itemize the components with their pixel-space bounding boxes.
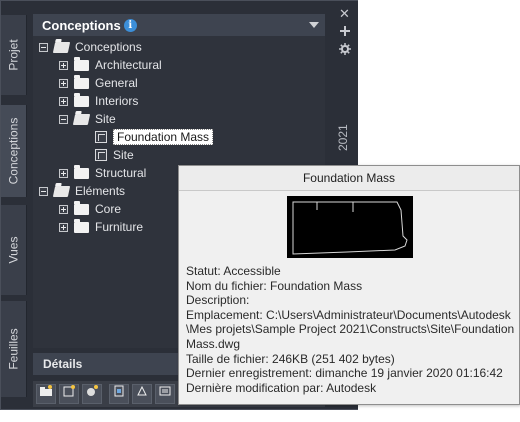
- details-label: Détails: [43, 357, 83, 371]
- folder-open-icon: [52, 41, 71, 53]
- tree-item-core[interactable]: Core: [59, 200, 121, 218]
- info-icon[interactable]: i: [123, 18, 137, 32]
- tooltip-filename: Nom du fichier: Foundation Mass: [186, 278, 363, 293]
- collapse-icon[interactable]: [39, 42, 48, 52]
- folder-icon: [74, 164, 89, 179]
- tooltip-location-2: \Mes projets\Sample Project 2021\Constru…: [186, 322, 515, 337]
- folder-icon: [74, 200, 89, 215]
- tree-item-conceptions[interactable]: Conceptions: [39, 38, 142, 56]
- chevron-down-icon[interactable]: [309, 22, 319, 28]
- tree-item-elements[interactable]: Eléments: [39, 182, 125, 200]
- tree-item-foundation-mass[interactable]: Foundation Mass: [95, 128, 214, 146]
- add-category-icon[interactable]: [36, 384, 56, 404]
- tree-item-site[interactable]: Site: [59, 110, 116, 128]
- construct-icon: [95, 149, 107, 161]
- folder-icon: [74, 74, 89, 89]
- tree-item-interiors[interactable]: Interiors: [59, 92, 138, 110]
- open-drawing-icon[interactable]: [109, 384, 129, 404]
- construct-icon: [95, 131, 107, 143]
- tab-conceptions[interactable]: Conceptions: [1, 105, 27, 197]
- tab-projet-label: Projet: [6, 39, 21, 71]
- folder-icon: [74, 92, 89, 107]
- tooltip-location-1: Emplacement: C:\Users\Administrateur\Doc…: [186, 307, 511, 322]
- tab-projet[interactable]: Projet: [1, 15, 27, 95]
- tree-item-architectural[interactable]: Architectural: [59, 56, 162, 74]
- tree-item-label: Site: [113, 148, 134, 162]
- tab-feuilles-label: Feuilles: [6, 328, 21, 370]
- tree-item-structural[interactable]: Structural: [59, 164, 146, 182]
- tree-item-label: Architectural: [95, 58, 162, 72]
- tree-item-label: Core: [95, 202, 122, 216]
- panel-title: Conceptions: [42, 17, 121, 33]
- tooltip-last-modified-by: Dernière modification par: Autodesk: [186, 380, 377, 395]
- close-icon[interactable]: ✕: [339, 7, 350, 20]
- properties-icon[interactable]: [155, 384, 175, 404]
- tree-item-label: Conceptions: [75, 40, 142, 54]
- collapse-icon[interactable]: [39, 186, 48, 196]
- folder-icon: [74, 56, 89, 71]
- tab-feuilles[interactable]: Feuilles: [1, 301, 27, 397]
- add-construct-icon[interactable]: [59, 384, 79, 404]
- expand-icon[interactable]: [59, 204, 68, 214]
- tree-item-label: Site: [95, 112, 116, 126]
- tree-item-general[interactable]: General: [59, 74, 138, 92]
- tab-vues[interactable]: Vues: [1, 205, 27, 295]
- tree-item-label: Interiors: [95, 94, 139, 108]
- tooltip-status: Statut: Accessible: [186, 264, 281, 278]
- folder-open-icon: [72, 113, 91, 125]
- expand-icon[interactable]: [59, 60, 68, 70]
- tree-item-label: Structural: [95, 166, 147, 180]
- collapse-icon[interactable]: [59, 114, 68, 124]
- tree-item-label: Furniture: [95, 220, 144, 234]
- tooltip-description: Description:: [186, 293, 250, 308]
- tooltip-filesize: Taille de fichier: 246KB (251 402 bytes): [186, 351, 395, 366]
- drawing-thumbnail: [287, 196, 413, 258]
- tree-item-label: General: [95, 76, 138, 90]
- tree-item-furniture[interactable]: Furniture: [59, 218, 143, 236]
- tree-item-site-construct[interactable]: Site: [95, 146, 134, 164]
- tab-conceptions-label: Conceptions: [6, 117, 21, 185]
- folder-open-icon: [52, 185, 71, 197]
- gear-icon[interactable]: [339, 43, 351, 57]
- tooltip-location-3: Mass.dwg: [186, 336, 241, 351]
- tab-vues-label: Vues: [6, 236, 21, 264]
- panel-header: Conceptions i: [33, 14, 325, 36]
- pin-icon[interactable]: [339, 25, 351, 39]
- tree-item-label: Eléments: [75, 184, 126, 198]
- expand-icon[interactable]: [59, 222, 68, 232]
- folder-icon: [74, 218, 89, 233]
- tree-item-label-selected: Foundation Mass: [113, 129, 214, 145]
- tooltip-title: Foundation Mass: [179, 166, 519, 191]
- add-element-icon[interactable]: [82, 384, 102, 404]
- repath-icon[interactable]: [132, 384, 152, 404]
- tooltip-last-saved: Dernier enregistrement: dimanche 19 janv…: [186, 366, 503, 381]
- tooltip-details: Statut: Accessible Nom du fichier: Found…: [186, 264, 516, 395]
- expand-icon[interactable]: [59, 168, 68, 178]
- construct-tooltip: Foundation Mass Statut: Accessible Nom d…: [178, 165, 520, 405]
- product-year-label: 2021: [336, 124, 350, 151]
- expand-icon[interactable]: [59, 96, 68, 106]
- expand-icon[interactable]: [59, 78, 68, 88]
